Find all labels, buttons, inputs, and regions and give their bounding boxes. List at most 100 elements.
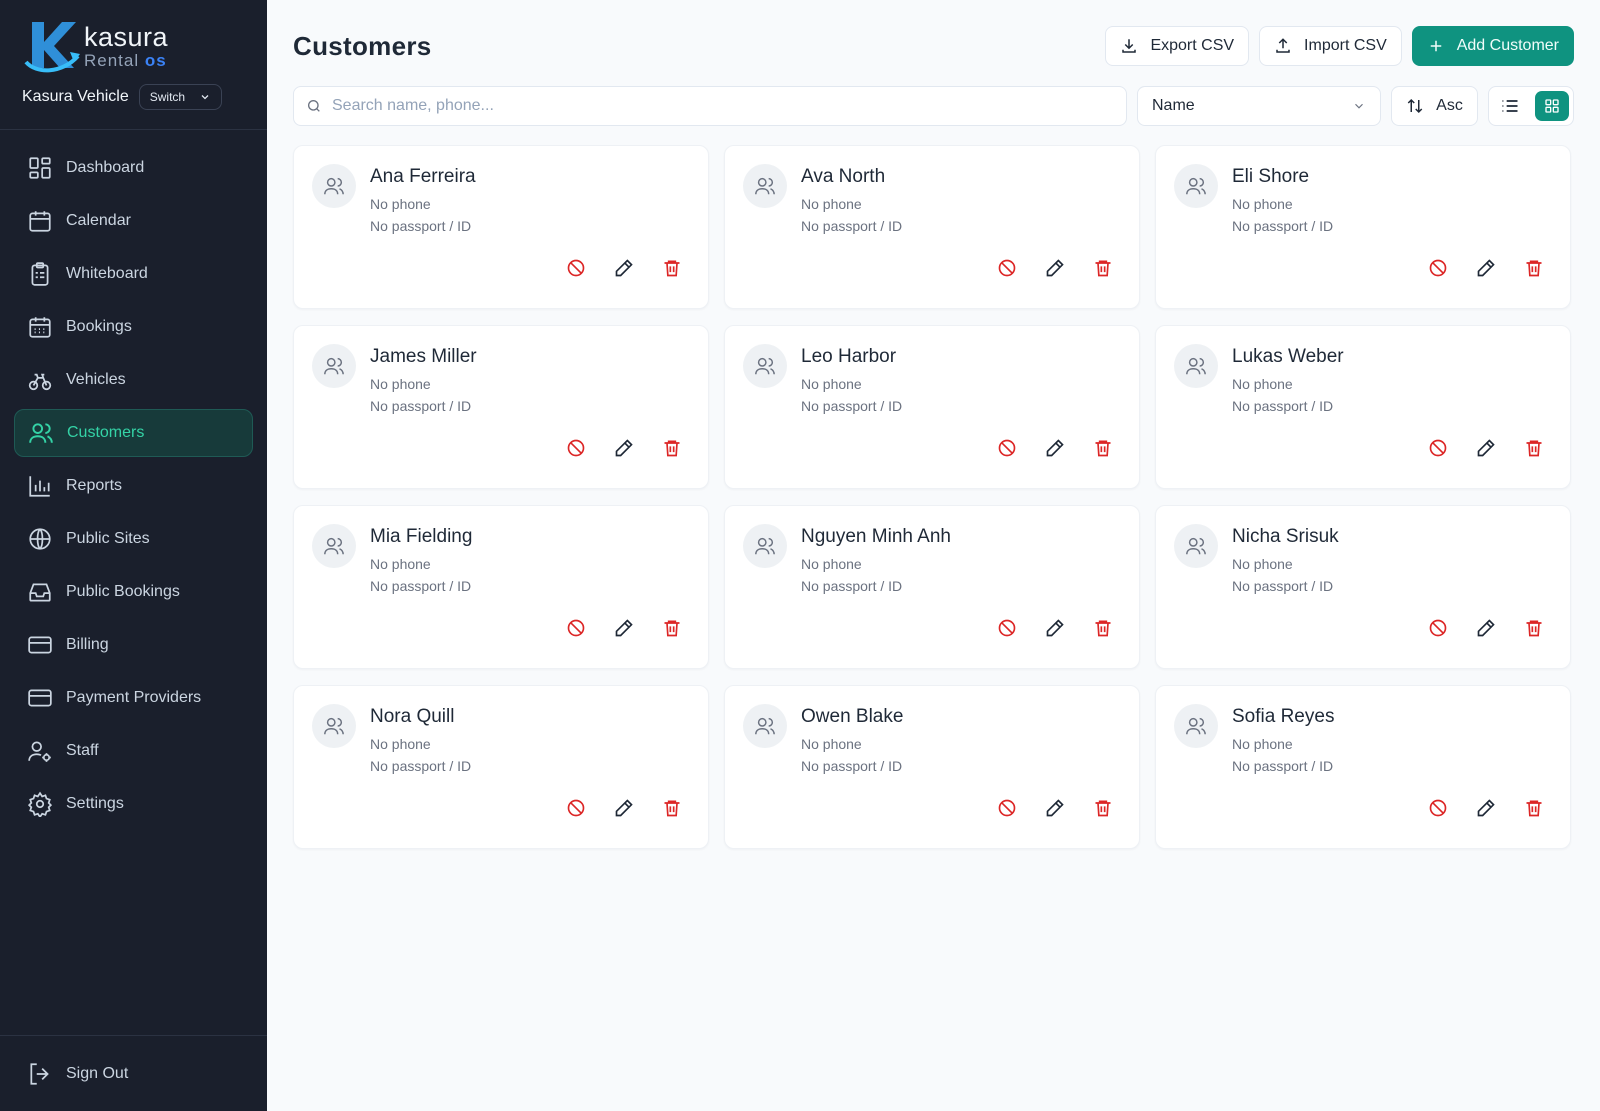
block-customer-button[interactable]	[997, 438, 1017, 458]
customer-card[interactable]: Ana Ferreira No phone No passport / ID	[293, 145, 709, 309]
customer-name: James Miller	[370, 346, 477, 367]
block-customer-button[interactable]	[566, 798, 586, 818]
sidebar-item-calendar[interactable]: Calendar	[14, 197, 253, 245]
sidebar-item-public-bookings[interactable]: Public Bookings	[14, 568, 253, 616]
customer-card[interactable]: Sofia Reyes No phone No passport / ID	[1155, 685, 1571, 849]
customer-phone: No phone	[801, 376, 862, 392]
sidebar-item-billing[interactable]: Billing	[14, 621, 253, 669]
delete-customer-button[interactable]	[1093, 258, 1113, 278]
sidebar-item-payment-providers[interactable]: Payment Providers	[14, 674, 253, 722]
delete-customer-button[interactable]	[662, 438, 682, 458]
customer-card[interactable]: Mia Fielding No phone No passport / ID	[293, 505, 709, 669]
customer-name: Sofia Reyes	[1232, 706, 1335, 727]
sidebar-nav: Dashboard Calendar Whiteboard Bookings V…	[0, 130, 267, 828]
customer-card[interactable]: Nguyen Minh Anh No phone No passport / I…	[724, 505, 1140, 669]
grid-view-button[interactable]	[1535, 91, 1569, 121]
block-customer-button[interactable]	[1428, 618, 1448, 638]
pencil-icon	[1477, 619, 1495, 637]
edit-customer-button[interactable]	[614, 618, 634, 638]
sidebar-item-public-sites[interactable]: Public Sites	[14, 515, 253, 563]
users-icon	[755, 177, 775, 195]
logo[interactable]: kasura Rental os	[22, 18, 267, 74]
customer-card[interactable]: Ava North No phone No passport / ID	[724, 145, 1140, 309]
edit-customer-button[interactable]	[1045, 798, 1065, 818]
customer-card[interactable]: Nicha Srisuk No phone No passport / ID	[1155, 505, 1571, 669]
edit-customer-button[interactable]	[614, 438, 634, 458]
sidebar-item-staff[interactable]: Staff	[14, 727, 253, 775]
search-input[interactable]: Search name, phone...	[293, 86, 1127, 126]
block-customer-button[interactable]	[1428, 258, 1448, 278]
sort-order-button[interactable]: Asc	[1391, 86, 1478, 126]
delete-customer-button[interactable]	[662, 618, 682, 638]
customer-card[interactable]: Eli Shore No phone No passport / ID	[1155, 145, 1571, 309]
ban-icon	[998, 619, 1016, 637]
search-placeholder: Search name, phone...	[332, 97, 494, 114]
customer-card[interactable]: Lukas Weber No phone No passport / ID	[1155, 325, 1571, 489]
delete-customer-button[interactable]	[1524, 618, 1544, 638]
block-customer-button[interactable]	[1428, 798, 1448, 818]
pencil-icon	[615, 439, 633, 457]
edit-customer-button[interactable]	[614, 258, 634, 278]
export-csv-button[interactable]: Export CSV	[1105, 26, 1250, 66]
edit-customer-button[interactable]	[1045, 438, 1065, 458]
trash-icon	[1526, 800, 1542, 817]
sort-field-select[interactable]: Name	[1137, 86, 1381, 126]
customer-card[interactable]: Nora Quill No phone No passport / ID	[293, 685, 709, 849]
delete-customer-button[interactable]	[1093, 798, 1113, 818]
avatar	[1174, 164, 1218, 208]
edit-customer-button[interactable]	[1045, 258, 1065, 278]
ban-icon	[567, 259, 585, 277]
user-cog-icon	[28, 741, 51, 762]
trash-icon	[1095, 260, 1111, 277]
block-customer-button[interactable]	[566, 258, 586, 278]
customer-card[interactable]: Owen Blake No phone No passport / ID	[724, 685, 1140, 849]
edit-customer-button[interactable]	[614, 798, 634, 818]
delete-customer-button[interactable]	[1524, 258, 1544, 278]
card-actions	[566, 438, 682, 458]
customer-name: Ava North	[801, 166, 886, 187]
block-customer-button[interactable]	[566, 438, 586, 458]
customer-name: Owen Blake	[801, 706, 904, 727]
delete-customer-button[interactable]	[1524, 438, 1544, 458]
block-customer-button[interactable]	[997, 798, 1017, 818]
users-icon	[29, 423, 53, 443]
sidebar-item-whiteboard[interactable]: Whiteboard	[14, 250, 253, 298]
customer-grid: Ana Ferreira No phone No passport / ID A…	[293, 145, 1574, 849]
sidebar-item-customers[interactable]: Customers	[14, 409, 253, 457]
pencil-icon	[615, 259, 633, 277]
customer-card[interactable]: James Miller No phone No passport / ID	[293, 325, 709, 489]
list-view-icon[interactable]	[1500, 96, 1520, 116]
add-customer-button[interactable]: Add Customer	[1411, 26, 1574, 66]
users-icon	[324, 717, 344, 735]
delete-customer-button[interactable]	[662, 798, 682, 818]
sidebar-item-dashboard[interactable]: Dashboard	[14, 144, 253, 192]
edit-customer-button[interactable]	[1476, 798, 1496, 818]
edit-customer-button[interactable]	[1045, 618, 1065, 638]
sidebar-item-settings[interactable]: Settings	[14, 780, 253, 828]
block-customer-button[interactable]	[1428, 438, 1448, 458]
credit-card-icon	[28, 636, 52, 654]
customer-card[interactable]: Leo Harbor No phone No passport / ID	[724, 325, 1140, 489]
customer-phone: No phone	[1232, 736, 1293, 752]
delete-customer-button[interactable]	[1093, 438, 1113, 458]
import-csv-button[interactable]: Import CSV	[1259, 26, 1402, 66]
credit-card-icon	[28, 689, 52, 707]
pencil-icon	[615, 619, 633, 637]
delete-customer-button[interactable]	[662, 258, 682, 278]
sidebar-item-reports[interactable]: Reports	[14, 462, 253, 510]
switch-org-button[interactable]: Switch	[138, 84, 223, 110]
sidebar-item-vehicles[interactable]: Vehicles	[14, 356, 253, 404]
sign-out-button[interactable]: Sign Out	[0, 1035, 267, 1111]
delete-customer-button[interactable]	[1524, 798, 1544, 818]
delete-customer-button[interactable]	[1093, 618, 1113, 638]
edit-customer-button[interactable]	[1476, 438, 1496, 458]
avatar	[1174, 704, 1218, 748]
block-customer-button[interactable]	[997, 258, 1017, 278]
edit-customer-button[interactable]	[1476, 258, 1496, 278]
edit-customer-button[interactable]	[1476, 618, 1496, 638]
sidebar-item-label: Calendar	[66, 212, 131, 229]
block-customer-button[interactable]	[997, 618, 1017, 638]
sidebar-item-bookings[interactable]: Bookings	[14, 303, 253, 351]
trash-icon	[1526, 620, 1542, 637]
block-customer-button[interactable]	[566, 618, 586, 638]
